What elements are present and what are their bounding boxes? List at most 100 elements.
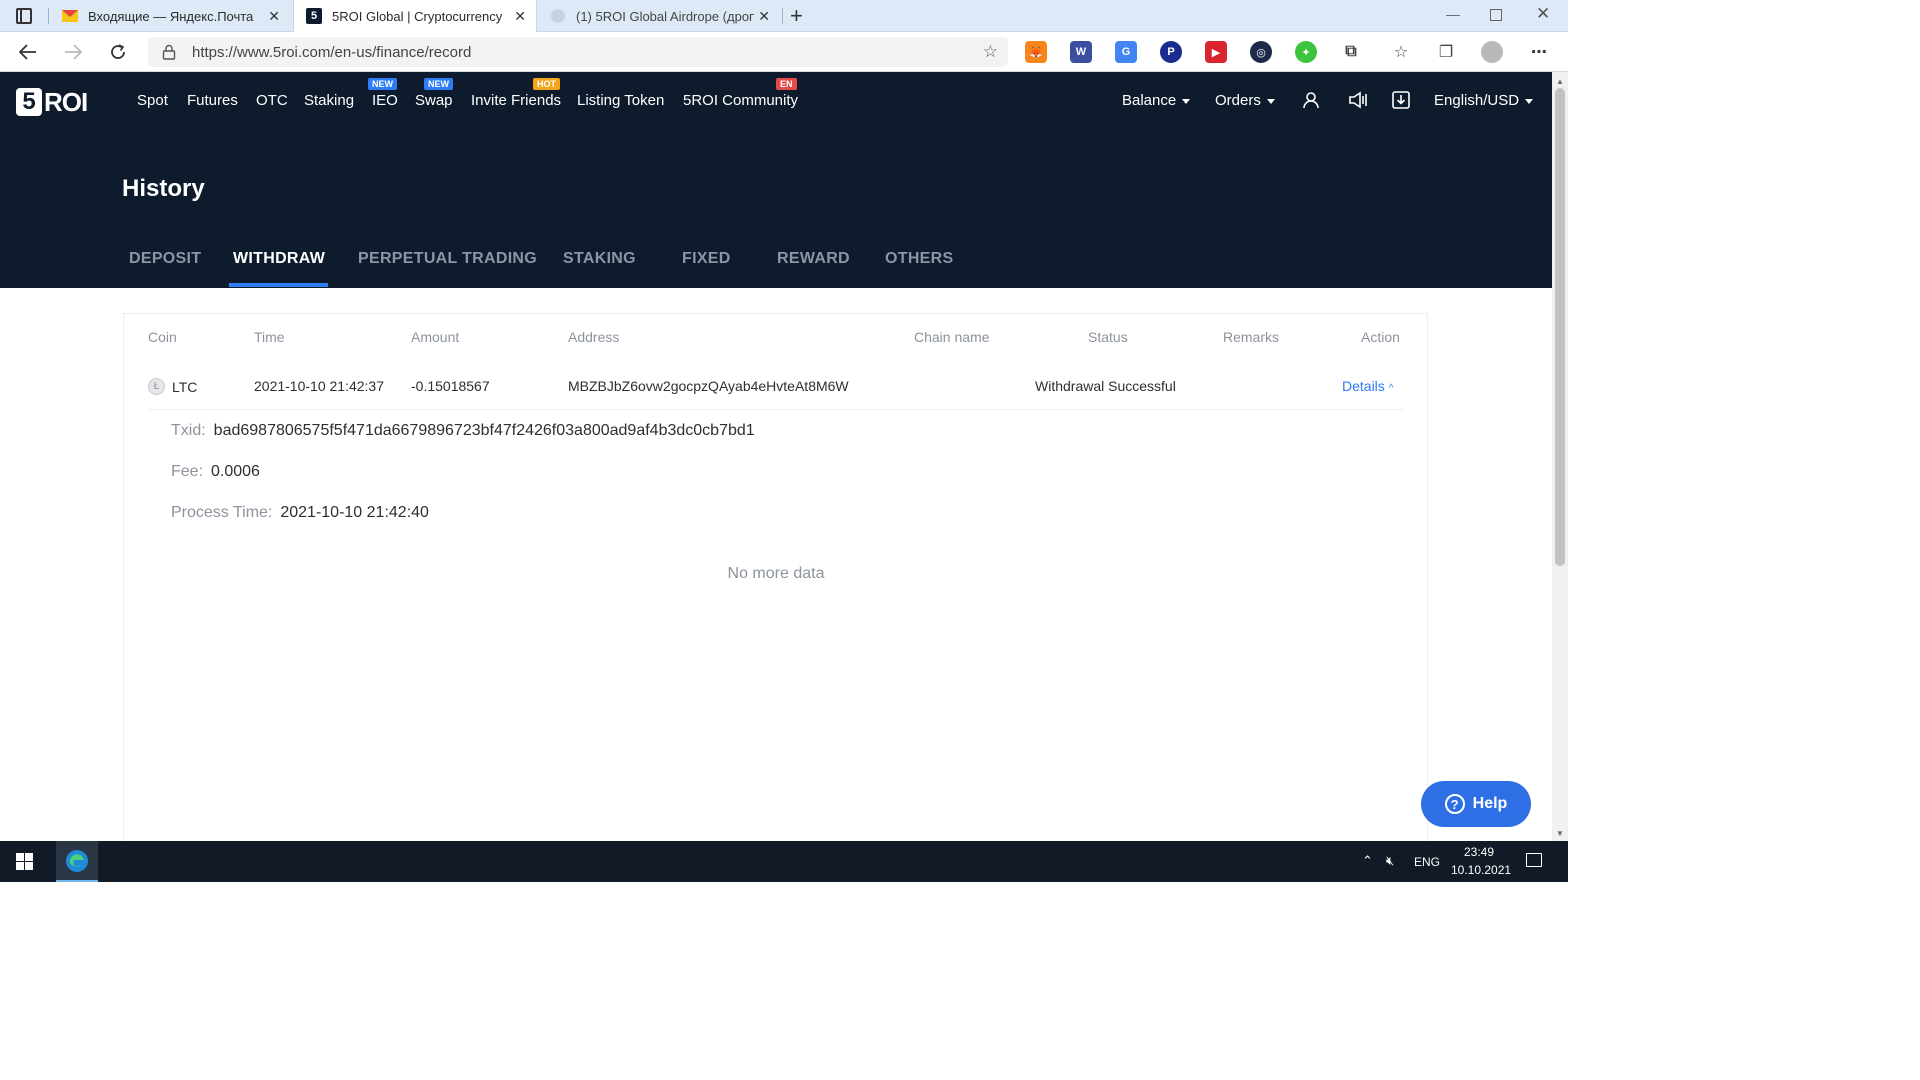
browser-toolbar: https://www.5roi.com/en-us/finance/recor… <box>0 32 1568 72</box>
collections-icon[interactable]: ❐ <box>1435 41 1457 63</box>
coin-cell: Ł LTC <box>148 378 197 395</box>
column-header-status: Status <box>1088 329 1128 345</box>
profile-avatar[interactable] <box>1481 41 1503 63</box>
add-favorite-icon[interactable]: ☆ <box>983 42 998 62</box>
process-time-line: Process Time: 2021-10-10 21:42:40 <box>171 504 429 522</box>
forward-button[interactable] <box>61 40 85 64</box>
nav-spot[interactable]: Spot <box>137 92 168 109</box>
settings-more-icon[interactable]: ⋯ <box>1528 41 1550 63</box>
en-badge: EN <box>776 78 797 90</box>
close-tab-icon[interactable]: ✕ <box>514 8 526 25</box>
favorites-icon[interactable]: ☆ <box>1390 41 1412 63</box>
page-title: History <box>122 175 205 202</box>
tab-perpetual-trading[interactable]: PERPETUAL TRADING <box>358 250 537 268</box>
language-currency-menu[interactable]: English/USD <box>1434 92 1534 109</box>
scrollbar-thumb[interactable] <box>1555 88 1565 566</box>
process-time-value: 2021-10-10 21:42:40 <box>280 504 429 521</box>
no-more-data-text: No more data <box>727 565 825 582</box>
logo-text: ROI <box>44 86 88 117</box>
chevron-down-icon <box>1525 98 1534 104</box>
tab-staking[interactable]: STAKING <box>563 250 636 268</box>
scroll-down-arrow-icon[interactable]: ▼ <box>1552 826 1568 840</box>
tab-withdraw[interactable]: WITHDRAW <box>233 250 325 268</box>
column-header-remarks: Remarks <box>1223 329 1280 345</box>
orders-menu[interactable]: Orders <box>1215 92 1275 109</box>
paypal-extension-icon[interactable]: P <box>1160 41 1182 63</box>
clock-date[interactable]: 10.10.2021 <box>1451 863 1511 877</box>
nav-invite-friends[interactable]: Invite Friends <box>471 92 561 109</box>
extensions-icon[interactable]: ⧉ <box>1340 41 1362 63</box>
row-divider <box>147 409 1404 410</box>
column-header-coin: Coin <box>148 329 177 345</box>
language-label: English/USD <box>1434 92 1520 109</box>
browser-tab-strip: Входящие — Яндекс.Почта ✕ 5 5ROI Global … <box>0 0 1568 32</box>
txid-label: Txid: <box>171 422 206 439</box>
video-extension-icon[interactable]: ▶ <box>1205 41 1227 63</box>
browser-tab-yandex-mail[interactable]: Входящие — Яндекс.Почта ✕ <box>50 0 290 32</box>
orders-label: Orders <box>1215 92 1261 109</box>
browser-tab-5roi[interactable]: 5 5ROI Global | Cryptocurrency Exc ✕ <box>293 0 537 32</box>
notifications-icon[interactable] <box>1526 853 1542 867</box>
volume-muted-icon[interactable]: 🔇︎ <box>1386 853 1394 869</box>
nav-swap[interactable]: Swap <box>415 92 453 109</box>
help-button[interactable]: ? Help <box>1421 781 1531 827</box>
nav-5roi-community[interactable]: 5ROI Community <box>683 92 798 109</box>
5roi-logo[interactable]: 5 ROI <box>16 86 88 117</box>
url-text: https://www.5roi.com/en-us/finance/recor… <box>192 44 472 61</box>
process-time-label: Process Time: <box>171 504 273 521</box>
back-button[interactable] <box>16 40 40 64</box>
amount-cell: -0.15018567 <box>411 378 490 394</box>
tab-actions-icon[interactable] <box>16 8 32 24</box>
translate-extension-icon[interactable]: G <box>1115 41 1137 63</box>
new-tab-button[interactable]: + <box>790 3 803 29</box>
column-header-address: Address <box>568 329 620 345</box>
scroll-up-arrow-icon[interactable]: ▲ <box>1552 74 1568 88</box>
download-icon[interactable] <box>1391 90 1411 110</box>
chevron-down-icon <box>1182 98 1191 104</box>
nav-listing-token[interactable]: Listing Token <box>577 92 664 109</box>
column-header-amount: Amount <box>411 329 460 345</box>
refresh-button[interactable] <box>106 40 130 64</box>
nav-ieo[interactable]: IEO <box>372 92 398 109</box>
windows-start-icon[interactable] <box>16 853 33 870</box>
green-extension-icon[interactable]: ✦ <box>1295 41 1317 63</box>
clock-time[interactable]: 23:49 <box>1464 845 1494 859</box>
input-language[interactable]: ENG <box>1414 855 1440 869</box>
details-toggle[interactable]: Details ^ <box>1342 378 1393 394</box>
vpn-extension-icon[interactable]: ◎ <box>1250 41 1272 63</box>
lock-icon <box>162 44 176 60</box>
metamask-extension-icon[interactable]: 🦊 <box>1025 41 1047 63</box>
details-label: Details <box>1342 378 1385 394</box>
close-tab-icon[interactable]: ✕ <box>268 8 280 25</box>
balance-menu[interactable]: Balance <box>1122 92 1191 109</box>
tab-fixed[interactable]: FIXED <box>682 250 731 268</box>
tab-deposit[interactable]: DEPOSIT <box>129 250 201 268</box>
close-window-button[interactable]: ✕ <box>1536 4 1550 24</box>
address-bar[interactable]: https://www.5roi.com/en-us/finance/recor… <box>148 37 1008 67</box>
tab-others[interactable]: OTHERS <box>885 250 953 268</box>
tab-title: 5ROI Global | Cryptocurrency Exc <box>332 8 504 24</box>
announcement-icon[interactable] <box>1348 90 1368 110</box>
close-tab-icon[interactable]: ✕ <box>758 8 770 25</box>
tab-title: (1) 5ROI Global Airdrope (дроп о <box>576 8 754 24</box>
page-icon <box>550 8 566 24</box>
edge-taskbar-icon[interactable] <box>56 841 98 882</box>
nav-futures[interactable]: Futures <box>187 92 238 109</box>
minimize-window-button[interactable]: — <box>1446 6 1460 22</box>
txid-value: bad6987806575f5f471da6679896723bf47f2426… <box>213 422 755 439</box>
column-header-action: Action <box>1361 329 1400 345</box>
txid-line: Txid: bad6987806575f5f471da6679896723bf47… <box>171 422 755 440</box>
address-cell: MBZBJbZ6ovw2gocpzQAyab4eHvteAt8M6W <box>568 378 849 394</box>
tab-reward[interactable]: REWARD <box>777 250 850 268</box>
nav-otc[interactable]: OTC <box>256 92 288 109</box>
time-cell: 2021-10-10 21:42:37 <box>254 378 384 394</box>
fee-label: Fee: <box>171 463 204 480</box>
new-badge: NEW <box>424 78 453 90</box>
nav-staking[interactable]: Staking <box>304 92 354 109</box>
restore-window-button[interactable] <box>1490 9 1502 21</box>
status-cell: Withdrawal Successful <box>1035 378 1176 394</box>
user-icon[interactable] <box>1301 90 1321 110</box>
show-hidden-icons[interactable]: ⌃ <box>1362 853 1373 869</box>
extension-icon[interactable]: W <box>1070 41 1092 63</box>
browser-tab-airdrop[interactable]: (1) 5ROI Global Airdrope (дроп о ✕ <box>538 0 780 32</box>
